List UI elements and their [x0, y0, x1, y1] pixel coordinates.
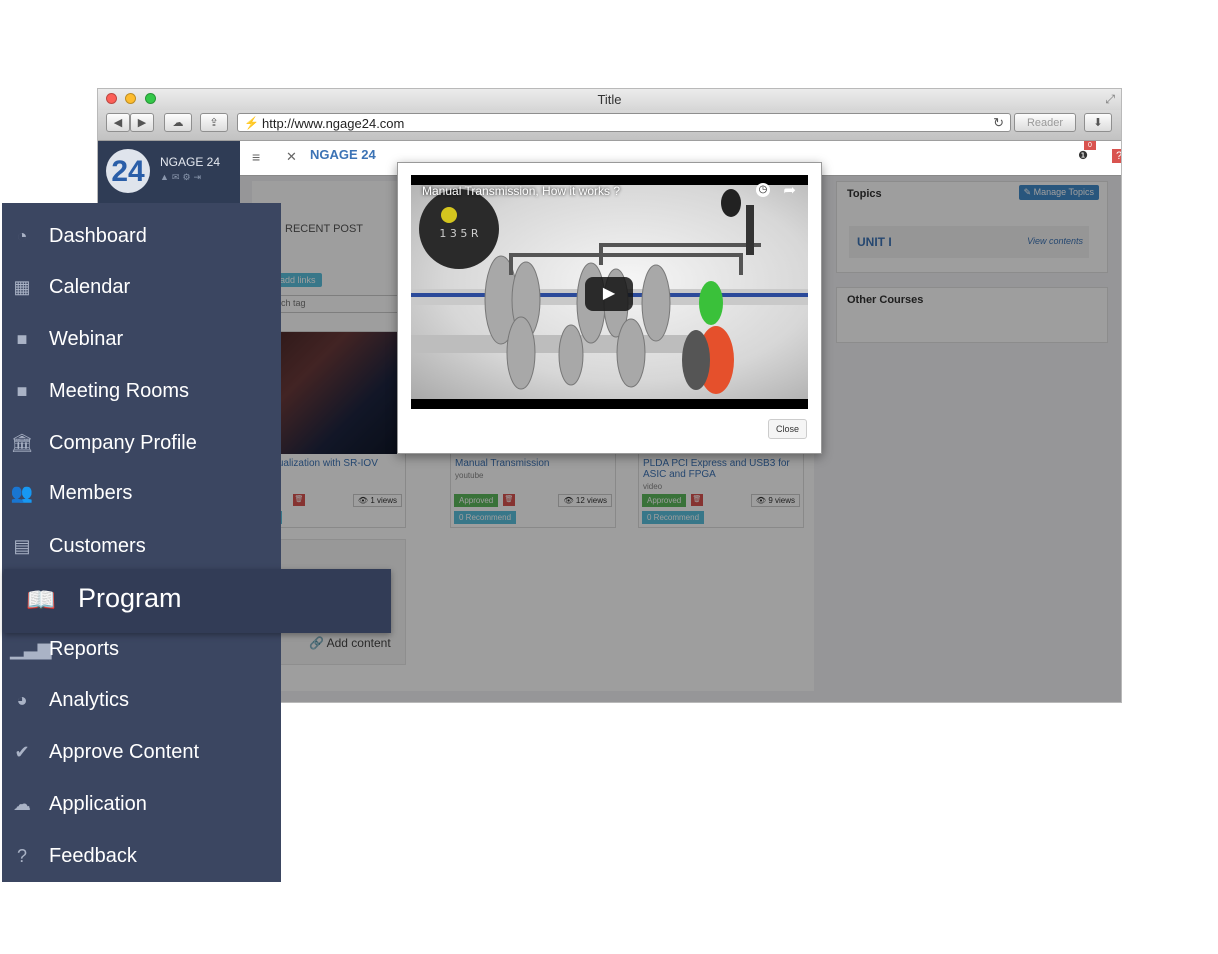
menu-item-reports[interactable]: ▁▃▆ Reports — [2, 629, 281, 669]
app-brand-area: 24 NGAGE 24 ▲✉⚙⇥ — [98, 141, 240, 203]
video-player[interactable]: 1 3 5 R Manual Transmission, How it work… — [411, 175, 808, 409]
help-icon[interactable]: ? — [1112, 149, 1121, 163]
menu-item-dashboard[interactable]: ◔ Dashboard — [2, 216, 281, 256]
share-arrow-icon[interactable]: ➦ — [783, 181, 796, 199]
url-text[interactable]: http://www.ngage24.com — [262, 116, 404, 131]
menu-item-label: Company Profile — [49, 431, 197, 454]
title-bar: Title ⤢ — [98, 89, 1121, 110]
svg-text:1 3 5 R: 1 3 5 R — [439, 227, 478, 240]
bank-icon: 🏛 — [10, 433, 34, 453]
menu-item-meeting-rooms[interactable]: ■ Meeting Rooms — [2, 371, 281, 411]
check-icon: ✔ — [14, 742, 30, 762]
menu-item-customers[interactable]: ▤ Customers — [2, 526, 281, 566]
play-button[interactable]: ▶ — [585, 277, 633, 311]
mail-icon[interactable]: ✉ — [172, 172, 183, 182]
clock-icon[interactable]: ◷ — [756, 183, 770, 197]
back-button[interactable]: ◀ — [106, 113, 130, 132]
user-icon[interactable]: ▲ — [160, 172, 172, 182]
topbar-brand: NGAGE 24 — [310, 147, 376, 162]
menu-item-analytics[interactable]: ◕ Analytics — [2, 680, 281, 720]
menu-item-webinar[interactable]: ■ Webinar — [2, 319, 281, 359]
question-icon: ? — [16, 846, 27, 866]
back-arrow-icon: ◀ — [113, 117, 123, 129]
menu-item-feedback[interactable]: ? Feedback — [2, 836, 281, 876]
pie-chart-icon: ◕ — [16, 690, 28, 710]
icloud-button[interactable]: ☁ — [164, 113, 192, 132]
menu-item-label: Approve Content — [49, 740, 200, 763]
cloud-icon: ☁ — [13, 794, 31, 814]
video-camera-icon: ■ — [16, 381, 28, 401]
share-icon: ⇪ — [209, 117, 219, 129]
close-button[interactable]: Close — [767, 419, 807, 439]
share-button[interactable]: ⇪ — [200, 113, 228, 132]
downloads-button[interactable]: ⬇ — [1084, 113, 1112, 132]
book-icon: 📖 — [26, 587, 56, 614]
video-camera-icon: ■ — [16, 329, 28, 349]
info-count-badge: 0 — [1084, 141, 1096, 150]
menu-item-label: Dashboard — [49, 224, 147, 247]
browser-toolbar: ◀ ▶ ☁ ⇪ ⚡ http://www.ngage24.com ↻ Reade… — [98, 110, 1121, 141]
menu-item-label: Feedback — [49, 844, 137, 867]
menu-item-label: Customers — [49, 534, 146, 557]
tools-icon[interactable]: ✕ — [286, 149, 297, 165]
dashboard-icon: ◔ — [16, 226, 28, 246]
video-modal: 1 3 5 R Manual Transmission, How it work… — [397, 162, 822, 454]
cloud-icon: ☁ — [172, 117, 184, 129]
menu-item-application[interactable]: ☁ Application — [2, 784, 281, 824]
download-icon: ⬇ — [1093, 117, 1103, 129]
app-logo[interactable]: 24 — [106, 149, 150, 193]
bar-chart-icon: ▁▃▆ — [10, 639, 52, 659]
menu-item-company-profile[interactable]: 🏛 Company Profile — [2, 423, 281, 463]
menu-item-label: Application — [49, 792, 147, 815]
menu-item-label: Meeting Rooms — [49, 379, 190, 402]
reload-icon[interactable]: ↻ — [993, 115, 1004, 131]
gear-icon[interactable]: ⚙ — [182, 172, 193, 182]
brand-name: NGAGE 24 — [160, 155, 221, 169]
menu-item-label: Analytics — [49, 688, 130, 711]
menu-item-label: Webinar — [49, 327, 124, 350]
customers-icon: ▤ — [13, 536, 31, 556]
menu-item-approve-content[interactable]: ✔ Approve Content — [2, 732, 281, 772]
hamburger-menu-icon[interactable]: ≡ — [252, 149, 260, 165]
brand-action-icons: ▲✉⚙⇥ — [160, 172, 204, 183]
forward-button[interactable]: ▶ — [130, 113, 154, 132]
menu-item-calendar[interactable]: ▦ Calendar — [2, 267, 281, 307]
forward-arrow-icon: ▶ — [137, 117, 147, 129]
menu-item-label: Reports — [49, 637, 120, 660]
navigation-menu: ◔ Dashboard ▦ Calendar ■ Webinar ■ Meeti… — [2, 203, 281, 882]
users-icon: 👥 — [10, 483, 34, 503]
menu-item-program[interactable]: 📖 Program — [4, 569, 391, 633]
menu-item-label: Members — [49, 481, 133, 504]
menu-item-label: Calendar — [49, 275, 131, 298]
reader-button[interactable]: Reader — [1014, 113, 1076, 132]
video-title[interactable]: Manual Transmission, How it works ? — [422, 184, 620, 198]
play-icon: ▶ — [602, 285, 616, 302]
address-bar[interactable]: ⚡ http://www.ngage24.com ↻ — [237, 113, 1011, 132]
logout-icon[interactable]: ⇥ — [194, 172, 205, 182]
fullscreen-icon[interactable]: ⤢ — [1105, 92, 1115, 107]
menu-item-label: Program — [78, 583, 182, 613]
menu-item-members[interactable]: 👥 Members — [2, 473, 281, 513]
info-icon[interactable]: ❶ 0 — [1076, 141, 1096, 163]
window-title: Title — [597, 92, 622, 107]
site-icon: ⚡ — [244, 116, 259, 130]
calendar-icon: ▦ — [13, 277, 31, 297]
